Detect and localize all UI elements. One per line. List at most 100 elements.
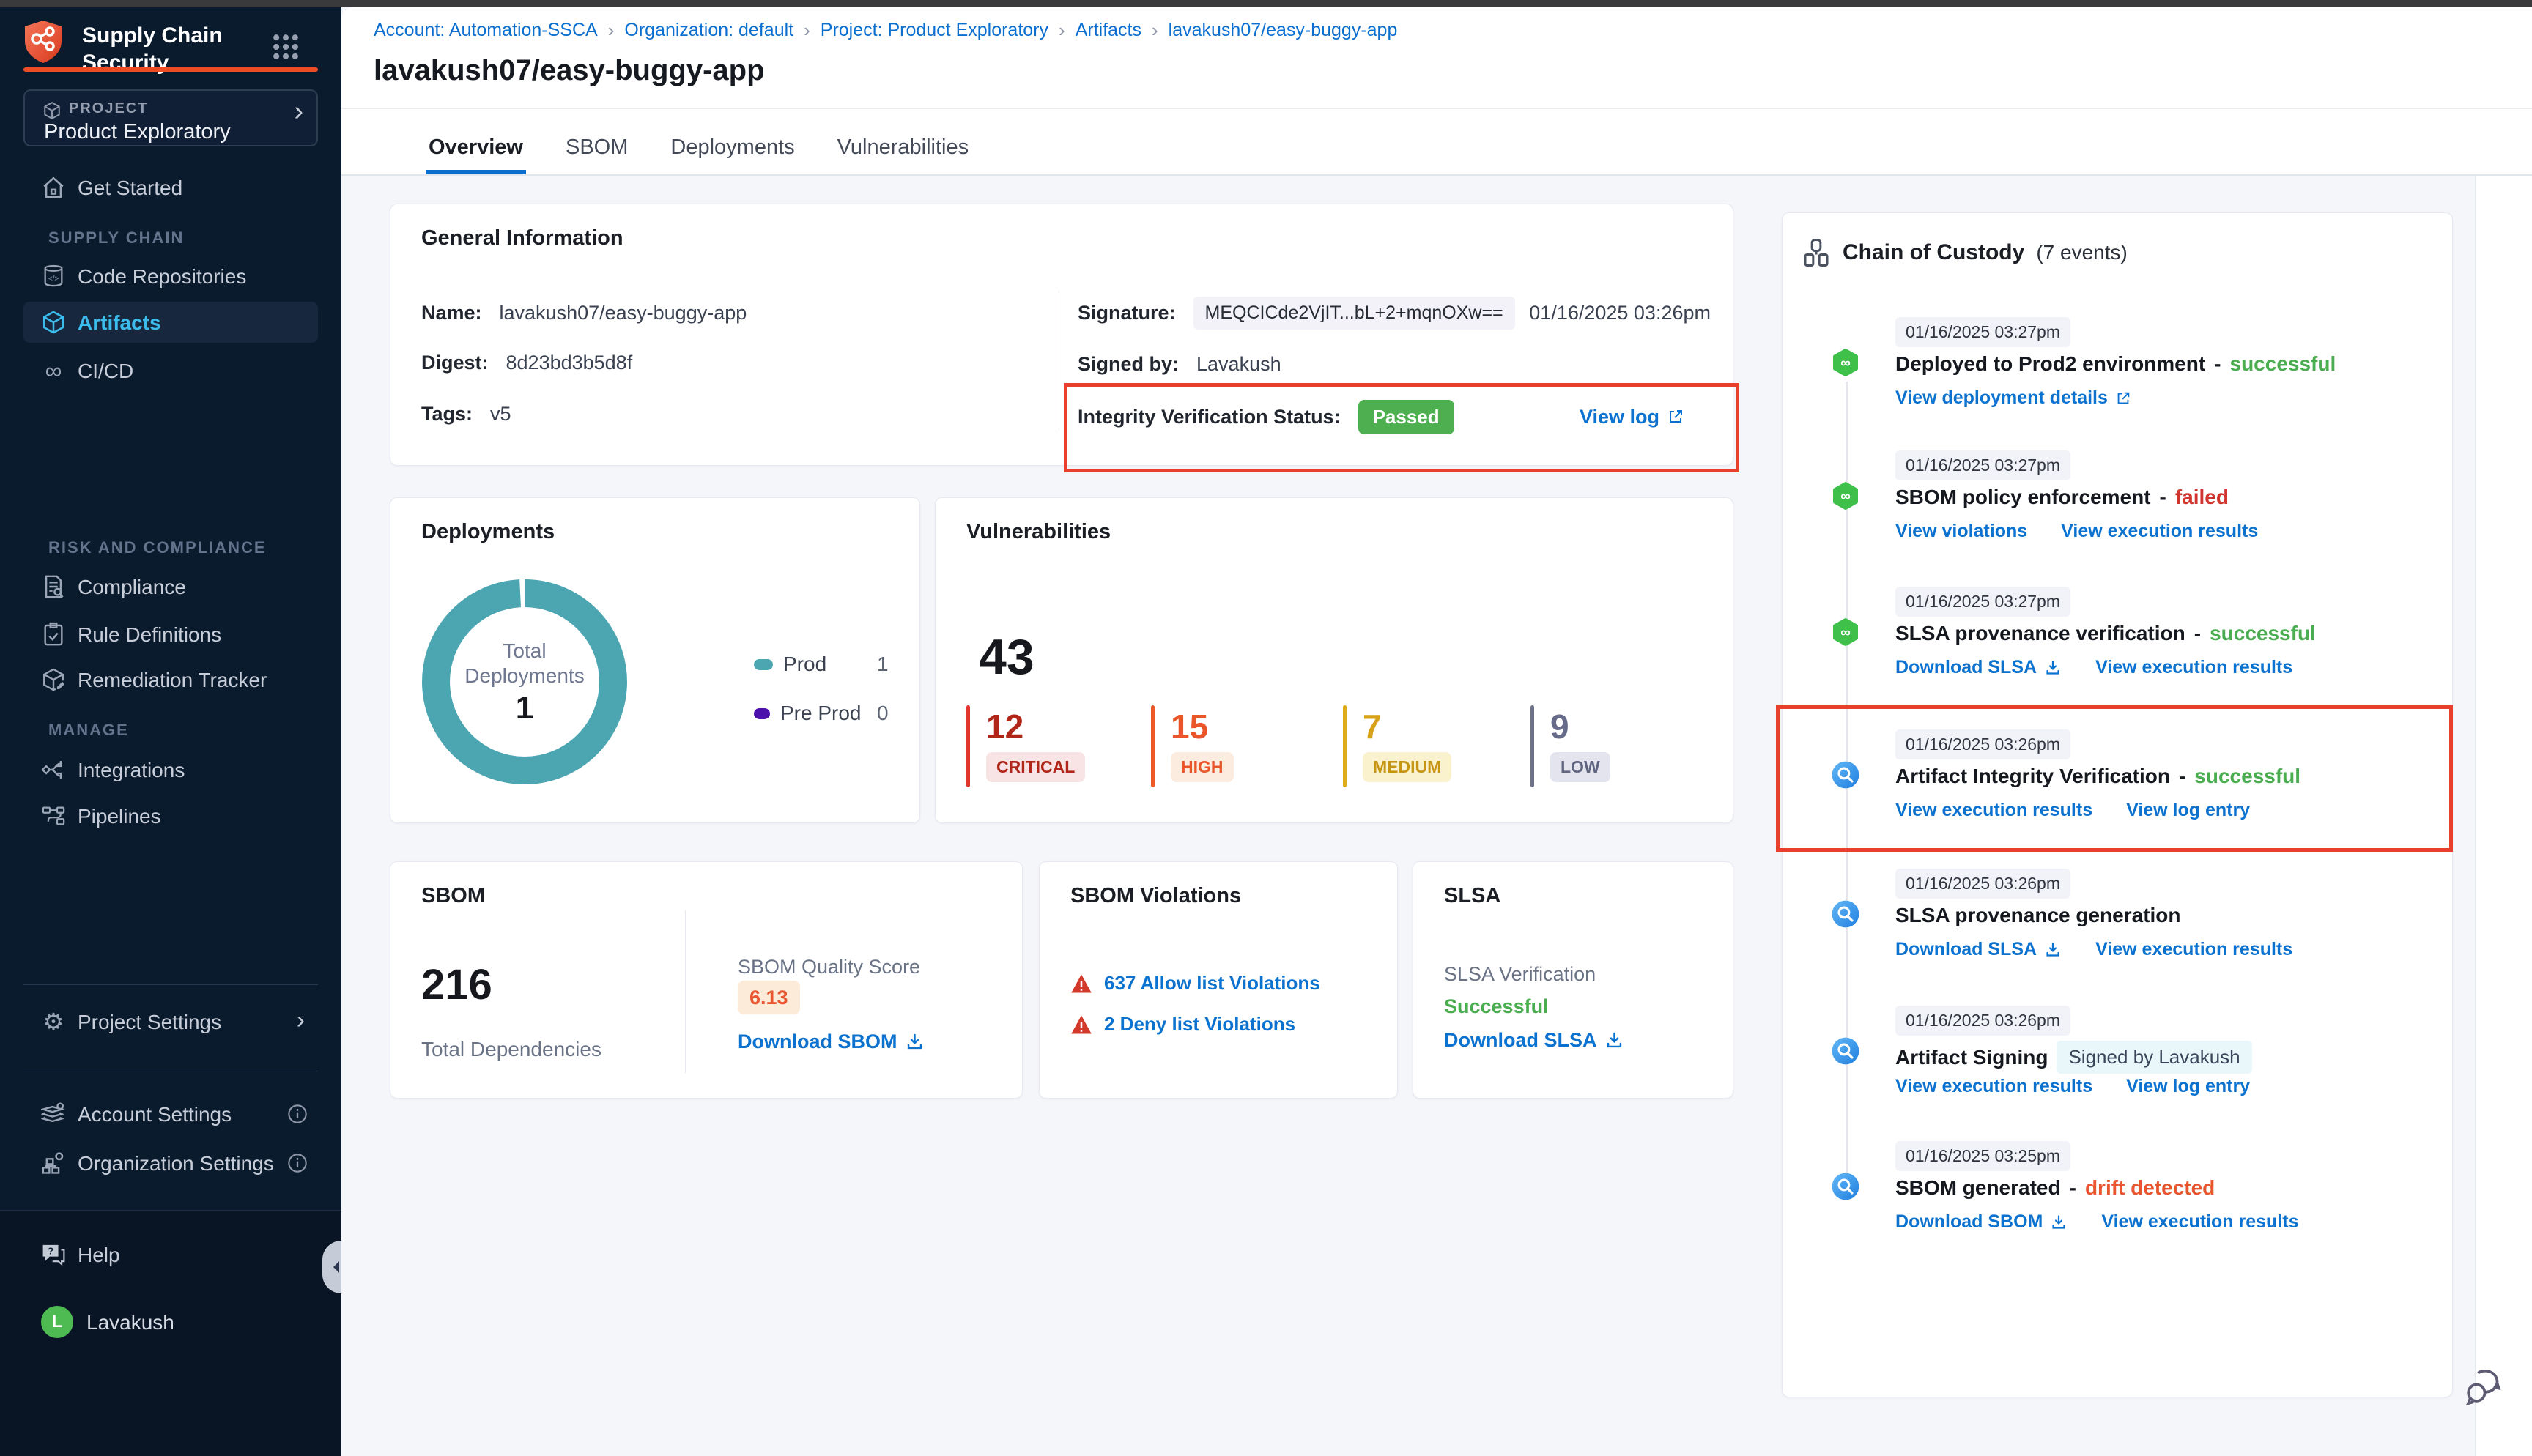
project-label: PROJECT — [69, 100, 148, 117]
supply-chain-security-logo-icon — [22, 19, 64, 64]
right-gutter — [2475, 176, 2532, 1456]
sidebar-item-integrations[interactable]: Integrations — [23, 749, 318, 790]
sidebar-item-account-settings[interactable]: Account Settings — [23, 1093, 318, 1134]
digest-label: Digest: — [421, 352, 489, 374]
download-slsa-link[interactable]: Download SLSA — [1895, 939, 2062, 960]
allow-list-violations-link[interactable]: 637 Allow list Violations — [1070, 972, 1320, 995]
view-deployment-details-link[interactable]: View deployment details — [1895, 387, 2131, 409]
event-title: SLSA provenance verification — [1895, 622, 2185, 645]
info-icon[interactable] — [287, 1153, 308, 1173]
event-artifact-integrity-verification: 01/16/2025 03:26pm Artifact Integrity Ve… — [1783, 729, 2452, 832]
sidebar-item-label: Pipelines — [78, 805, 161, 828]
breadcrumb-separator: › — [608, 19, 615, 42]
module-grid-icon[interactable] — [270, 31, 302, 63]
pipelines-icon — [41, 803, 66, 828]
user-menu[interactable]: L Lavakush — [23, 1300, 318, 1344]
pipeline-hexagon-icon: ∞ — [1831, 481, 1860, 510]
card-title: Chain of Custody — [1843, 240, 2024, 265]
deny-list-violations-link[interactable]: 2 Deny list Violations — [1070, 1013, 1295, 1036]
sidebar-item-label: CI/CD — [78, 360, 133, 383]
tab-bar: Overview SBOM Deployments Vulnerabilitie… — [341, 108, 2532, 176]
view-log-entry-link[interactable]: View log entry — [2126, 800, 2250, 821]
prod-legend-dot — [754, 659, 773, 670]
sidebar-item-help[interactable]: ? Help — [23, 1234, 318, 1275]
svg-text:∞: ∞ — [1840, 489, 1851, 505]
sidebar-item-pipelines[interactable]: Pipelines — [23, 795, 318, 836]
view-violations-link[interactable]: View violations — [1895, 521, 2027, 542]
chain-icon — [1802, 237, 1831, 269]
box-edit-icon — [41, 667, 66, 692]
tab-overview[interactable]: Overview — [426, 135, 526, 174]
slsa-verification-label: SLSA Verification — [1444, 963, 1596, 986]
sidebar-item-cicd[interactable]: ∞ CI/CD — [23, 350, 318, 391]
sidebar-item-artifacts[interactable]: Artifacts — [23, 302, 318, 343]
sidebar-item-compliance[interactable]: Compliance — [23, 566, 318, 607]
name-row: Name: lavakush07/easy-buggy-app — [421, 297, 747, 329]
signature-value: MEQCICde2VjIT...bL+2+mqnOXw== — [1193, 297, 1515, 330]
event-slsa-provenance-generation: 01/16/2025 03:26pm SLSA provenance gener… — [1783, 869, 2452, 971]
card-title: Deployments — [421, 520, 555, 544]
breadcrumb-organization[interactable]: Organization: default — [624, 20, 793, 41]
view-execution-results-link[interactable]: View execution results — [1895, 800, 2092, 821]
signed-by-value: Lavakush — [1196, 353, 1281, 376]
breadcrumb-current[interactable]: lavakush07/easy-buggy-app — [1169, 20, 1398, 41]
feedback-chat-icon[interactable] — [2463, 1365, 2506, 1408]
sidebar-item-remediation-tracker[interactable]: Remediation Tracker — [23, 659, 318, 700]
download-sbom-link[interactable]: Download SBOM — [738, 1030, 925, 1053]
view-execution-results-link[interactable]: View execution results — [2101, 1211, 2298, 1233]
gear-icon: ⚙ — [41, 1009, 66, 1034]
sidebar-item-project-settings[interactable]: ⚙ Project Settings › — [23, 1001, 318, 1042]
view-execution-results-link[interactable]: View execution results — [2095, 657, 2292, 678]
download-icon — [905, 1032, 925, 1052]
tab-vulnerabilities[interactable]: Vulnerabilities — [834, 135, 971, 174]
digest-row: Digest: 8d23bd3b5d8f — [421, 346, 632, 379]
sidebar-item-rule-definitions[interactable]: Rule Definitions — [23, 614, 318, 655]
view-log-entry-link[interactable]: View log entry — [2126, 1076, 2250, 1097]
event-timestamp: 01/16/2025 03:26pm — [1895, 1006, 2070, 1036]
download-icon — [2050, 1214, 2068, 1231]
view-execution-results-link[interactable]: View execution results — [2061, 521, 2258, 542]
tab-deployments[interactable]: Deployments — [667, 135, 797, 174]
sidebar-item-code-repositories[interactable]: </> Code Repositories — [23, 256, 318, 297]
sidebar-item-label: Organization Settings — [78, 1152, 274, 1175]
project-selector[interactable]: PROJECT Product Exploratory › — [23, 89, 318, 146]
slsa-status: Successful — [1444, 995, 1549, 1018]
download-slsa-link[interactable]: Download SLSA — [1444, 1029, 1624, 1052]
svg-text:∞: ∞ — [1840, 625, 1851, 641]
event-deployed-to-prod2: 01/16/2025 03:27pm ∞ Deployed to Prod2 e… — [1783, 317, 2452, 420]
sidebar-item-organization-settings[interactable]: Organization Settings — [23, 1143, 318, 1184]
section-manage: MANAGE — [48, 721, 129, 740]
donut-center-total: 1 — [451, 690, 598, 727]
vulnerabilities-total: 43 — [979, 628, 1034, 686]
legend-item-prod: Prod 1 — [754, 653, 915, 676]
integrity-verification-row: Integrity Verification Status: Passed Vi… — [1078, 401, 1711, 433]
sidebar-item-label: Code Repositories — [78, 265, 246, 289]
event-artifact-signing: 01/16/2025 03:26pm Artifact Signing Sign… — [1783, 1006, 2452, 1108]
event-title: Artifact Signing — [1895, 1046, 2048, 1069]
severity-medium: 7 MEDIUM — [1343, 705, 1511, 790]
download-sbom-link[interactable]: Download SBOM — [1895, 1211, 2068, 1233]
view-execution-results-link[interactable]: View execution results — [2095, 939, 2292, 960]
general-information-card: General Information Name: lavakush07/eas… — [390, 204, 1733, 466]
view-execution-results-link[interactable]: View execution results — [1895, 1076, 2092, 1097]
tags-label: Tags: — [421, 403, 473, 426]
name-label: Name: — [421, 302, 482, 324]
info-icon[interactable] — [287, 1104, 308, 1124]
breadcrumb-project[interactable]: Project: Product Exploratory — [821, 20, 1048, 41]
sidebar: Supply Chain Security PROJECT Product Ex… — [0, 0, 341, 1456]
sidebar-item-get-started[interactable]: Get Started — [23, 167, 318, 208]
pre-prod-legend-dot — [754, 708, 770, 719]
breadcrumb-account[interactable]: Account: Automation-SSCA — [374, 20, 598, 41]
download-slsa-link[interactable]: Download SLSA — [1895, 657, 2062, 678]
signature-label: Signature: — [1078, 302, 1176, 324]
breadcrumb-artifacts[interactable]: Artifacts — [1076, 20, 1141, 41]
download-icon — [2044, 659, 2062, 677]
view-log-link[interactable]: View log — [1580, 406, 1684, 428]
sidebar-item-label: Get Started — [78, 177, 182, 200]
sidebar-item-label: Rule Definitions — [78, 623, 221, 647]
help-chat-icon: ? — [41, 1242, 66, 1267]
app-root: Supply Chain Security PROJECT Product Ex… — [0, 0, 2532, 1456]
sidebar-item-label: Integrations — [78, 759, 185, 782]
tab-sbom[interactable]: SBOM — [563, 135, 631, 174]
sbom-quality-label: SBOM Quality Score — [738, 956, 920, 978]
